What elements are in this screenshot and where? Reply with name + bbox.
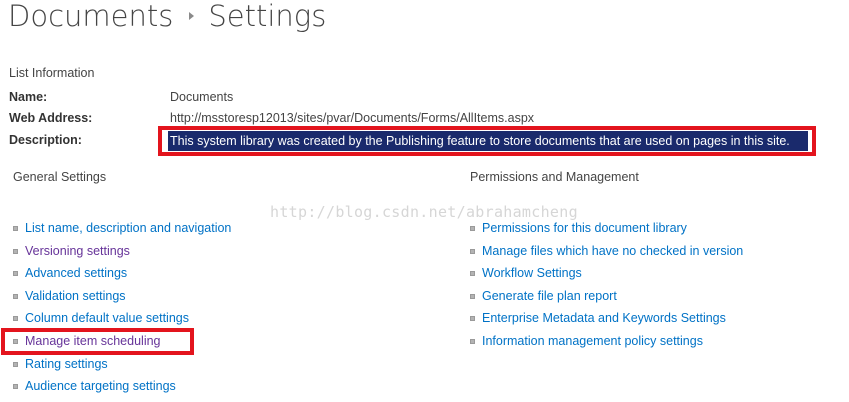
square-bullet-icon — [13, 384, 18, 390]
square-bullet-icon — [13, 226, 18, 231]
web-address-label: Web Address: — [9, 111, 93, 125]
square-bullet-icon — [470, 226, 475, 231]
description-label: Description: — [9, 133, 82, 147]
annotation-highlight-box — [158, 126, 816, 156]
name-label: Name: — [9, 90, 48, 104]
link-information-management-policy-settings[interactable]: Information management policy settings — [482, 332, 703, 350]
web-address-value: http://msstoresp12013/sites/pvar/Documen… — [170, 111, 535, 125]
square-bullet-icon — [470, 248, 475, 254]
breadcrumb-arrow-icon — [189, 12, 195, 20]
page-title: Documents Settings — [8, 0, 326, 38]
link-workflow-settings[interactable]: Workflow Settings — [482, 264, 582, 282]
link-audience-targeting-settings[interactable]: Audience targeting settings — [25, 377, 176, 395]
square-bullet-icon — [470, 338, 475, 344]
link-validation-settings[interactable]: Validation settings — [25, 287, 126, 305]
square-bullet-icon — [13, 361, 18, 367]
square-bullet-icon — [13, 293, 18, 299]
square-bullet-icon — [13, 248, 18, 254]
square-bullet-icon — [470, 293, 475, 299]
link-generate-file-plan-report[interactable]: Generate file plan report — [482, 287, 617, 305]
breadcrumb-current: Settings — [208, 0, 327, 33]
permissions-management-heading: Permissions and Management — [470, 170, 639, 184]
square-bullet-icon — [470, 271, 475, 277]
annotation-highlight-box — [1, 328, 194, 355]
breadcrumb-parent-link[interactable]: Documents — [8, 0, 173, 33]
square-bullet-icon — [470, 316, 475, 322]
link-enterprise-metadata-and-keywords-settings[interactable]: Enterprise Metadata and Keywords Setting… — [482, 309, 726, 327]
link-advanced-settings[interactable]: Advanced settings — [25, 264, 127, 282]
link-permissions-for-this-document-library[interactable]: Permissions for this document library — [482, 219, 687, 237]
link-versioning-settings[interactable]: Versioning settings — [25, 242, 130, 260]
list-information-heading: List Information — [9, 66, 95, 80]
link-list-name-description-and-navigation[interactable]: List name, description and navigation — [25, 219, 231, 237]
link-manage-files-which-have-no-checked-in-version[interactable]: Manage files which have no checked in ve… — [482, 242, 743, 260]
link-rating-settings[interactable]: Rating settings — [25, 355, 108, 373]
square-bullet-icon — [13, 271, 18, 277]
link-column-default-value-settings[interactable]: Column default value settings — [25, 309, 189, 327]
square-bullet-icon — [13, 316, 18, 322]
general-settings-heading: General Settings — [13, 170, 107, 184]
name-value: Documents — [170, 90, 234, 104]
